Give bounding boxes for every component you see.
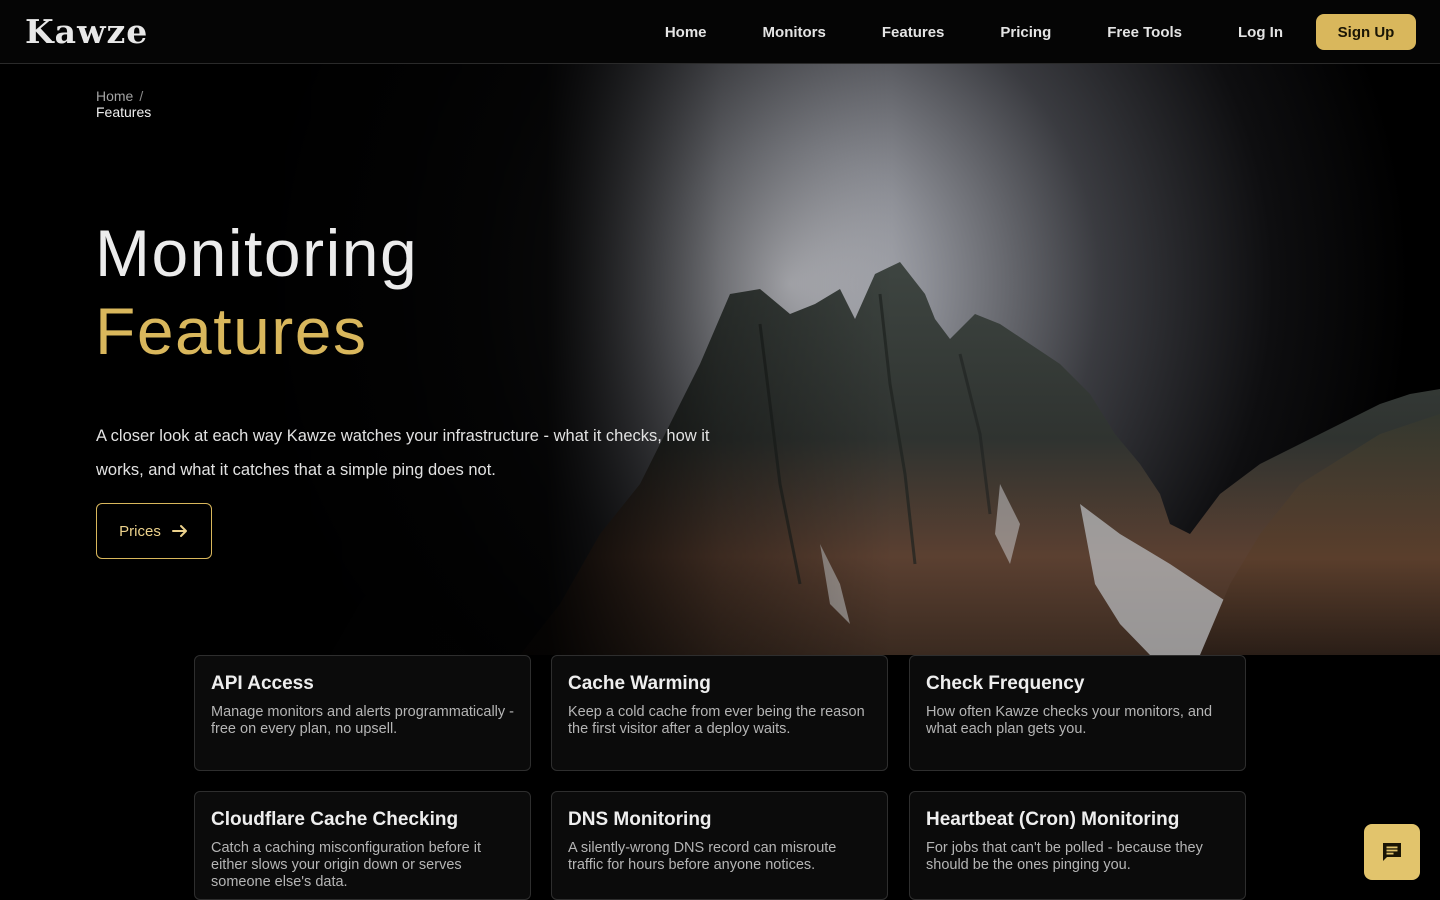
feature-card-dns-monitoring[interactable]: DNS Monitoring A silently-wrong DNS reco… [551, 791, 888, 900]
feature-card-check-frequency[interactable]: Check Frequency How often Kawze checks y… [909, 655, 1246, 771]
nav-link-pricing[interactable]: Pricing [1000, 24, 1051, 41]
feature-card-description: A silently-wrong DNS record can misroute… [568, 840, 837, 873]
feature-card-cloudflare-cache-checking[interactable]: Cloudflare Cache Checking Catch a cachin… [194, 791, 531, 900]
breadcrumb-home-link[interactable]: Home [96, 88, 133, 104]
nav-link-free-tools[interactable]: Free Tools [1107, 24, 1182, 41]
prices-button-label: Prices [119, 522, 161, 540]
feature-card-title: Check Frequency [926, 673, 1085, 694]
breadcrumb-separator: / [139, 88, 144, 104]
feature-card-cache-warming[interactable]: Cache Warming Keep a cold cache from eve… [551, 655, 888, 771]
chat-icon [1383, 843, 1401, 861]
feature-card-description: Manage monitors and alerts programmatica… [211, 704, 515, 737]
page-title: Monitoring Features [95, 214, 418, 370]
chat-widget-button[interactable] [1364, 824, 1420, 880]
breadcrumb-current: Features [96, 104, 152, 120]
feature-card-heartbeat-monitoring[interactable]: Heartbeat (Cron) Monitoring For jobs tha… [909, 791, 1246, 900]
feature-card-title: DNS Monitoring [568, 809, 712, 830]
feature-card-description: Catch a caching misconfiguration before … [211, 840, 482, 890]
feature-card-title: Heartbeat (Cron) Monitoring [926, 809, 1180, 830]
hero-section: Home / Features Monitoring Features A clo… [0, 64, 1440, 655]
top-navigation: Kawze Home Monitors Features Pricing Fre… [0, 0, 1440, 64]
feature-card-description: How often Kawze checks your monitors, an… [926, 704, 1213, 737]
feature-card-description: For jobs that can't be polled - because … [926, 840, 1203, 873]
nav-links: Home Monitors Features Pricing Free Tool… [665, 14, 1416, 50]
feature-card-title: API Access [211, 673, 314, 694]
prices-button[interactable]: Prices [96, 503, 212, 559]
brand-logo[interactable]: Kawze [25, 12, 148, 51]
page-title-line2: Features [95, 294, 368, 368]
hero-description: A closer look at each way Kawze watches … [96, 427, 710, 479]
page-title-line1: Monitoring [95, 216, 419, 290]
login-link[interactable]: Log In [1238, 24, 1283, 41]
feature-card-title: Cache Warming [568, 673, 711, 694]
nav-link-home[interactable]: Home [665, 24, 707, 41]
nav-link-features[interactable]: Features [882, 24, 945, 41]
breadcrumb: Home / Features [96, 88, 151, 120]
arrow-right-icon [171, 525, 187, 537]
feature-card-api-access[interactable]: API Access Manage monitors and alerts pr… [194, 655, 531, 771]
nav-link-monitors[interactable]: Monitors [763, 24, 826, 41]
signup-button[interactable]: Sign Up [1316, 14, 1416, 50]
feature-card-title: Cloudflare Cache Checking [211, 809, 459, 830]
feature-card-description: Keep a cold cache from ever being the re… [568, 704, 865, 737]
